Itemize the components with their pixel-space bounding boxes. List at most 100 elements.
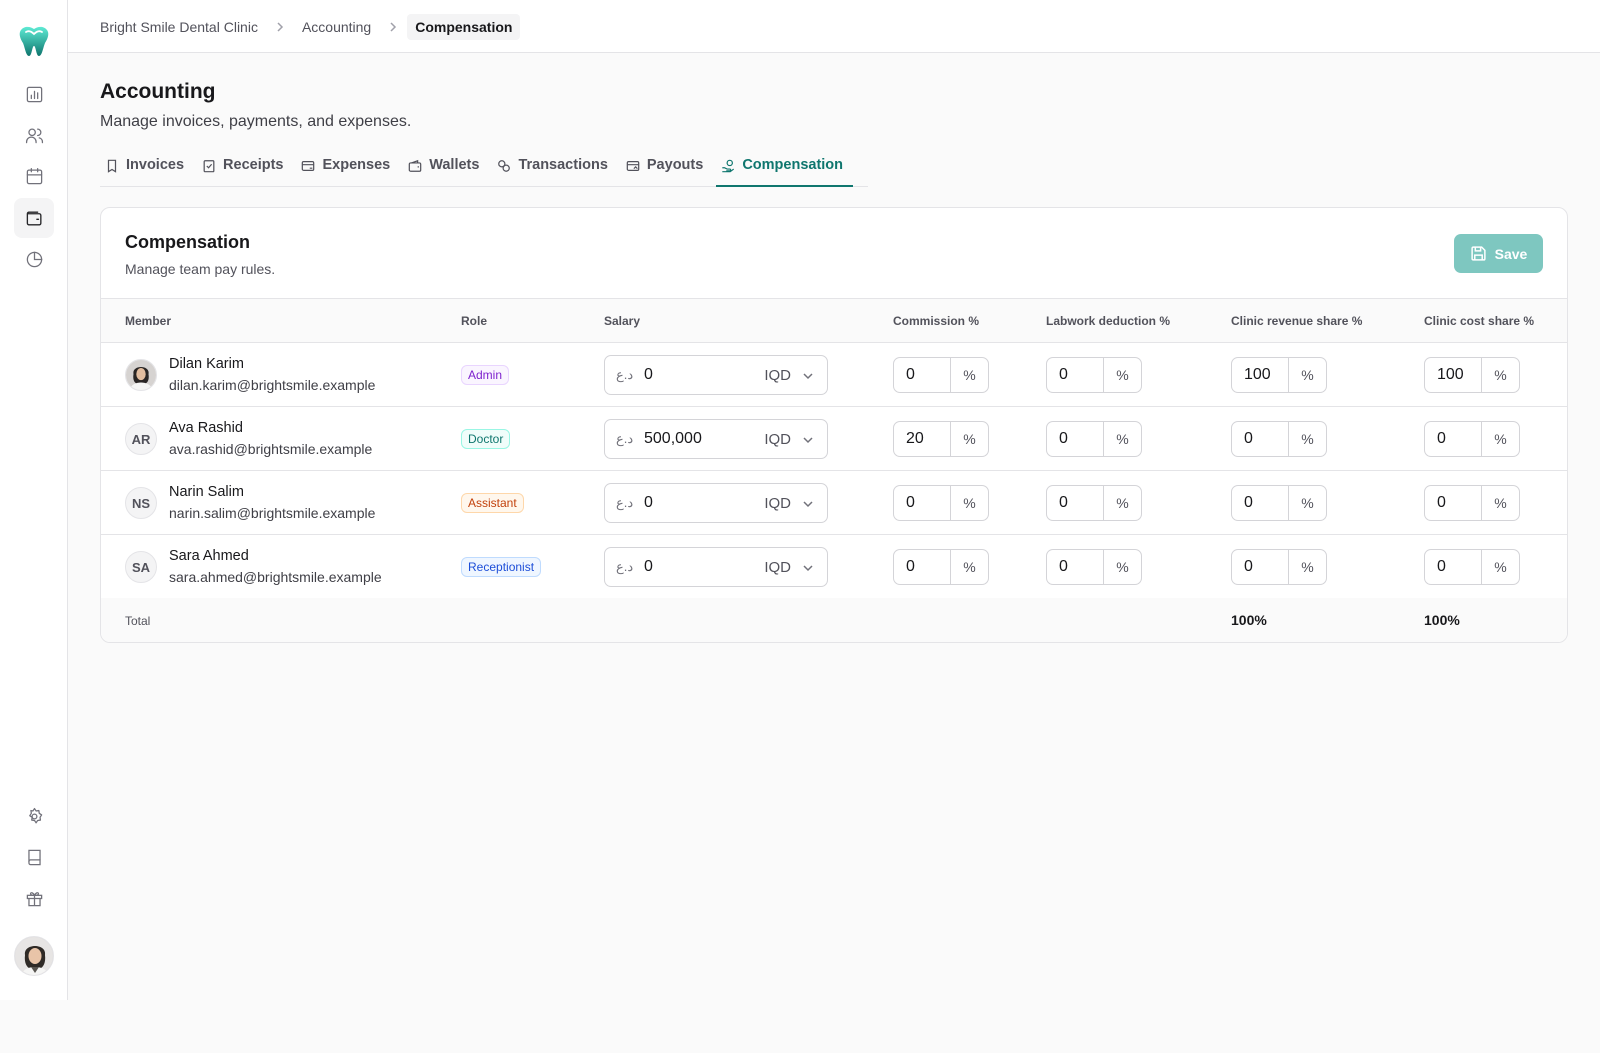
percent-addon: % (950, 550, 988, 584)
role-badge: Admin (461, 365, 510, 385)
cost-share-input[interactable]: 0% (1424, 485, 1520, 521)
commission-value: 0 (906, 366, 915, 383)
cost-share-input[interactable]: 0% (1424, 549, 1520, 585)
percent-addon: % (1288, 486, 1326, 520)
avatar: NS (125, 487, 157, 519)
page-subtitle: Manage invoices, payments, and expenses. (100, 113, 412, 130)
tab-label: Payouts (646, 157, 704, 173)
breadcrumb-clinic[interactable]: Bright Smile Dental Clinic (100, 14, 266, 40)
sidebar-item-patients[interactable] (14, 115, 54, 155)
commission-input[interactable]: 20% (893, 421, 989, 457)
revenue-share-value: 0 (1244, 430, 1253, 447)
revenue-share-input[interactable]: 100% (1231, 357, 1327, 393)
tab-invoices[interactable]: Invoices (100, 152, 194, 187)
labwork-input[interactable]: 0% (1046, 357, 1142, 393)
percent-addon: % (1288, 358, 1326, 392)
percent-addon: % (1103, 422, 1141, 456)
card-subtitle: Manage team pay rules. (125, 261, 276, 277)
sidebar-item-docs[interactable] (14, 837, 54, 877)
currency-symbol: د.ع (616, 367, 634, 382)
percent-addon: % (1288, 422, 1326, 456)
cost-share-value: 0 (1437, 430, 1446, 447)
percent-addon: % (1481, 422, 1519, 456)
sidebar-item-accounting[interactable] (14, 198, 54, 238)
user-avatar[interactable] (14, 936, 54, 976)
tab-label: Expenses (322, 157, 391, 173)
currency-select[interactable]: IQD (764, 431, 791, 448)
wallet-icon (408, 159, 422, 172)
currency-symbol: د.ع (616, 559, 634, 574)
avatar (125, 359, 157, 391)
member-email: ava.rashid@brightsmile.example (169, 441, 373, 457)
percent-addon: % (950, 422, 988, 456)
labwork-value: 0 (1059, 430, 1068, 447)
member-name: Sara Ahmed (169, 548, 249, 564)
labwork-input[interactable]: 0% (1046, 421, 1142, 457)
member-name: Ava Rashid (169, 420, 243, 436)
currency-select[interactable]: IQD (764, 367, 791, 384)
commission-input[interactable]: 0% (893, 549, 989, 585)
sidebar (0, 0, 68, 1000)
cost-share-input[interactable]: 0% (1424, 421, 1520, 457)
tab-label: Receipts (223, 157, 284, 173)
percent-addon: % (1481, 486, 1519, 520)
member-email: narin.salim@brightsmile.example (169, 505, 376, 521)
role-badge: Receptionist (461, 557, 542, 577)
percent-addon: % (1103, 358, 1141, 392)
revenue-share-input[interactable]: 0% (1231, 549, 1327, 585)
tab-wallets[interactable]: Wallets (403, 152, 489, 187)
breadcrumb-compensation: Compensation (407, 14, 521, 40)
sidebar-item-referral[interactable] (14, 878, 54, 918)
commission-input[interactable]: 0% (893, 485, 989, 521)
total-revenue-share: 100% (1231, 612, 1267, 628)
breadcrumb-accounting[interactable]: Accounting (294, 14, 379, 40)
chevron-down-icon (803, 501, 813, 508)
payout-icon (626, 161, 640, 171)
salary-input[interactable]: د.ع 0 IQD (604, 483, 828, 523)
tooth-logo[interactable] (17, 24, 51, 58)
sidebar-item-reports[interactable] (14, 239, 54, 279)
salary-input[interactable]: د.ع 500,000 IQD (604, 419, 828, 459)
commission-value: 20 (906, 430, 924, 447)
currency-select[interactable]: IQD (764, 559, 791, 576)
tab-payouts[interactable]: Payouts (621, 152, 713, 187)
sidebar-item-settings[interactable] (14, 796, 54, 836)
commission-value: 0 (906, 494, 915, 511)
tab-label: Transactions (518, 157, 608, 173)
revenue-share-value: 0 (1244, 558, 1253, 575)
member-name: Dilan Karim (169, 356, 244, 372)
labwork-value: 0 (1059, 494, 1068, 511)
tab-receipts[interactable]: Receipts (197, 152, 293, 187)
chevron-down-icon (803, 373, 813, 380)
tab-expenses[interactable]: Expenses (296, 152, 400, 187)
sidebar-item-appointments[interactable] (14, 156, 54, 196)
tab-compensation[interactable]: Compensation (716, 152, 854, 187)
commission-value: 0 (906, 558, 915, 575)
pie-chart-icon (26, 251, 42, 267)
cost-share-value: 0 (1437, 494, 1446, 511)
salary-value: 500,000 (644, 430, 702, 447)
col-commission: Commission % (893, 314, 980, 328)
table-row: NS Narin Salim narin.salim@brightsmile.e… (101, 471, 1567, 535)
revenue-share-input[interactable]: 0% (1231, 421, 1327, 457)
labwork-input[interactable]: 0% (1046, 549, 1142, 585)
sidebar-item-dashboard[interactable] (14, 74, 54, 114)
labwork-input[interactable]: 0% (1046, 485, 1142, 521)
commission-input[interactable]: 0% (893, 357, 989, 393)
calendar-icon (26, 167, 42, 184)
save-button[interactable]: Save (1454, 234, 1543, 273)
compensation-card: Compensation Manage team pay rules. Save… (100, 207, 1568, 643)
cost-share-input[interactable]: 100% (1424, 357, 1520, 393)
salary-input[interactable]: د.ع 0 IQD (604, 355, 828, 395)
currency-select[interactable]: IQD (764, 495, 791, 512)
revenue-share-value: 100 (1244, 366, 1271, 383)
revenue-share-input[interactable]: 0% (1231, 485, 1327, 521)
salary-value: 0 (644, 494, 653, 511)
tab-transactions[interactable]: Transactions (492, 152, 617, 187)
transactions-icon (498, 160, 511, 172)
col-labwork: Labwork deduction % (1046, 314, 1171, 328)
table-footer: Total 100% 100% (101, 598, 1567, 642)
percent-addon: % (1103, 486, 1141, 520)
bar-chart-icon (26, 86, 42, 102)
salary-input[interactable]: د.ع 0 IQD (604, 547, 828, 587)
